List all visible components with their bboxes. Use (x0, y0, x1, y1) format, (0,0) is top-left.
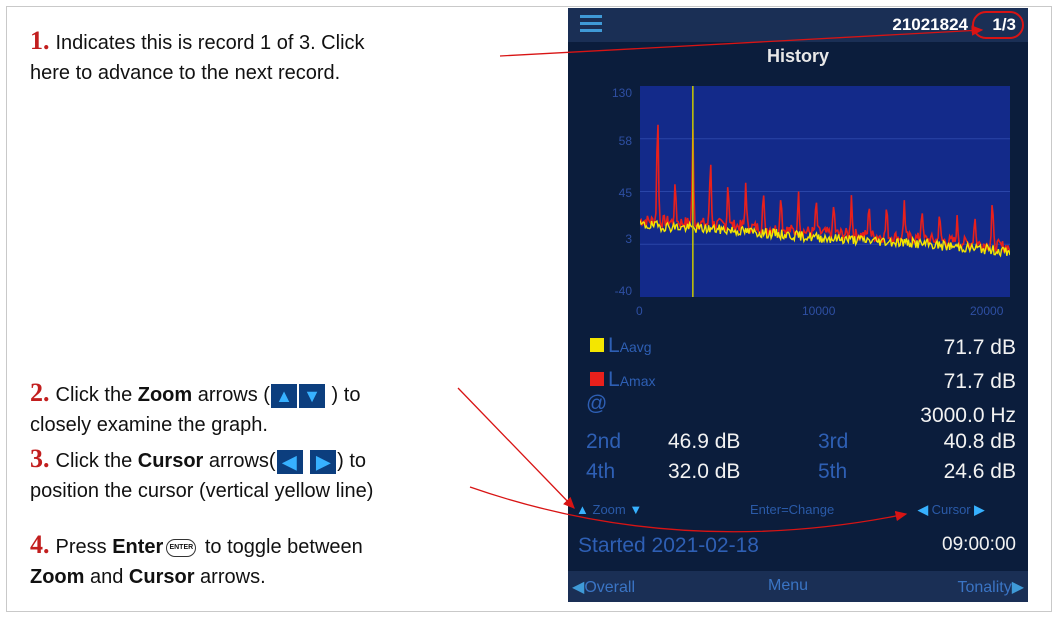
started-label: Started 2021-02-18 (578, 534, 759, 557)
y-tick-label: 58 (618, 134, 632, 148)
harmonic-value-3rd: 40.8 dB (943, 430, 1016, 453)
tonality-button[interactable]: Tonality▶ (957, 577, 1024, 597)
harmonic-label-5th: 5th (818, 460, 848, 483)
annotation-text: ) to (325, 384, 361, 406)
annotation-bold: Enter (112, 536, 164, 558)
chevron-left-icon: ◀ (918, 502, 928, 517)
hamburger-menu-icon[interactable] (580, 15, 602, 33)
x-tick-label: 0 (636, 304, 643, 318)
cursor-softkey[interactable]: ◀ Cursor ▶ (918, 502, 984, 518)
legend-swatch-max (590, 372, 604, 386)
harmonic-label-2nd: 2nd (586, 430, 622, 453)
at-label: @ (586, 392, 608, 415)
annotation-text: Click the (55, 450, 138, 472)
annotation-number: 3. (30, 444, 50, 473)
annotation-text: Press (55, 536, 113, 558)
serial-number: 21021824 (892, 15, 968, 34)
annotation-text: to toggle between (199, 536, 363, 558)
spectrum-plot[interactable] (640, 86, 1010, 297)
series-lamax (640, 124, 1010, 255)
annotation-text: position the cursor (vertical yellow lin… (30, 480, 374, 502)
y-tick-label: 3 (625, 232, 632, 246)
annotation-text: Indicates this is record 1 of 3. Click (55, 32, 365, 54)
lamax-value: 71.7 dB (943, 370, 1016, 393)
y-tick-label: 45 (618, 186, 632, 200)
harmonic-label-4th: 4th (586, 460, 616, 483)
y-tick-label: 130 (611, 86, 632, 100)
annotation-2: 2. Click the Zoom arrows (▲ ▼ ) to closely… (30, 378, 360, 440)
bottom-bar: ◀Overall Menu Tonality▶ (568, 571, 1028, 602)
annotation-number: 2. (30, 378, 50, 407)
annotation-3: 3. Click the Cursor arrows(◀ ▶) to positi… (30, 444, 373, 506)
zoom-softkey[interactable]: ▲ Zoom ▼ (576, 502, 642, 517)
enter-change-softkey[interactable]: Enter=Change (750, 502, 834, 517)
annotation-text: closely examine the graph. (30, 414, 268, 436)
chevron-right-icon: ▶ (310, 449, 337, 474)
harmonic-value-4th: 32.0 dB (668, 460, 741, 483)
legend-label-avg: LAavg (608, 334, 652, 357)
overall-button[interactable]: ◀Overall (572, 577, 635, 597)
annotation-text: arrows( (203, 450, 276, 472)
lavg-value: 71.7 dB (943, 336, 1016, 359)
annotation-number: 1. (30, 26, 50, 55)
legend-label-max: LAmax (608, 368, 656, 391)
annotation-bold: Zoom (137, 384, 193, 406)
y-tick-label: -40 (614, 284, 632, 298)
annotation-1: 1. Indicates this is record 1 of 3. Click… (30, 26, 365, 88)
annotation-bold: Zoom (30, 566, 85, 588)
annotation-4: 4. Press Enter ENTER to toggle between Zoo… (30, 530, 363, 592)
chevron-up-icon: ▲ (576, 502, 589, 517)
annotation-text: here to advance to the next record. (30, 62, 341, 84)
annotation-text: arrows. (194, 566, 266, 588)
enter-key-icon: ENTER (166, 538, 197, 557)
triangle-right-icon: ▶ (1011, 579, 1024, 596)
harmonic-value-5th: 24.6 dB (943, 460, 1016, 483)
x-tick-label: 10000 (802, 304, 836, 318)
harmonic-label-3rd: 3rd (818, 430, 849, 453)
menu-button[interactable]: Menu (768, 577, 808, 595)
chevron-up-icon: ▲ (270, 383, 297, 408)
top-bar: 21021824 1/3 (568, 8, 1028, 42)
chevron-down-icon: ▼ (298, 383, 325, 408)
record-highlight-circle (972, 11, 1024, 39)
chevron-down-icon: ▼ (629, 502, 643, 517)
annotation-text: and (84, 566, 129, 588)
annotation-bold: Cursor (128, 566, 195, 588)
annotation-number: 4. (30, 530, 50, 559)
chevron-right-icon: ▶ (974, 502, 985, 517)
annotation-text: ) to (337, 450, 367, 472)
annotation-bold: Cursor (137, 450, 204, 472)
cursor-frequency: 3000.0 Hz (920, 404, 1016, 427)
device-screen: 21021824 1/3 History 130 58 45 3 -40 0 1… (568, 8, 1028, 602)
chevron-left-icon: ◀ (276, 449, 303, 474)
annotation-text: Click the (55, 384, 138, 406)
annotation-text: arrows ( (192, 384, 270, 406)
legend-swatch-avg (590, 338, 604, 352)
triangle-left-icon: ◀ (572, 579, 585, 596)
screen-title: History (766, 46, 829, 66)
x-tick-label: 20000 (970, 304, 1004, 318)
harmonic-value-2nd: 46.9 dB (668, 430, 741, 453)
started-time: 09:00:00 (942, 534, 1016, 555)
